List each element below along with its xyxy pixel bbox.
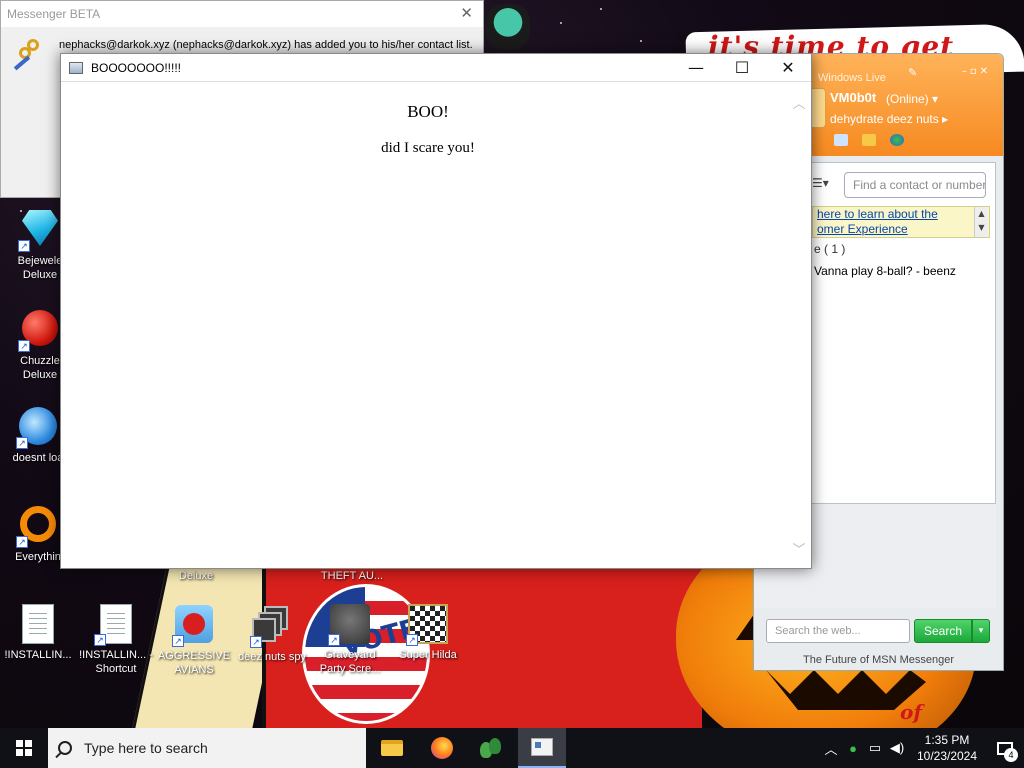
desktop-icon-installer[interactable]: !INSTALLIN... [0,604,76,662]
find-contact-input[interactable]: Find a contact or number [844,172,986,198]
msn-brand: Windows Live [818,72,886,84]
clock-time: 1:35 PM [924,733,970,747]
info-banner-link[interactable]: here to learn about the omer Experience [812,206,990,238]
firefox-icon [431,737,453,759]
desktop-icon-label: !INSTALLIN... [4,649,72,661]
notification-titlebar: Messenger BETA ✕ [1,1,483,27]
desktop-icon-theft-auto[interactable]: THEFT AU... [314,569,390,583]
windows-logo-icon [16,740,32,756]
clock-date: 10/23/2024 [916,749,978,763]
boo-window: BOOOOOOO!!!!! — ☐ ✕ BOO! did I scare you… [60,53,812,569]
wallpaper-star [560,22,562,24]
window-controls[interactable]: –▫✕ [962,66,991,77]
status-dropdown[interactable]: (Online) ▾ [886,92,938,106]
chevron-up-icon[interactable]: ︿ [820,739,842,758]
window-title: BOOOOOOO!!!!! [91,60,182,75]
msn-tray-icon[interactable]: ● [842,741,864,756]
status-label: (Online) [886,92,929,106]
contact-list-item[interactable]: Vanna play 8-ball? - beenz [814,264,956,278]
network-icon[interactable]: ▭ [864,740,886,756]
desktop-icon-graveyard-party[interactable]: ↗ Graveyard Party Scre... [312,604,388,676]
username[interactable]: VM0b0t [830,90,876,105]
start-button[interactable] [0,728,48,768]
search-placeholder: Type here to search [84,740,208,756]
system-tray: ︿ ● ▭ ◀) 1:35 PM 10/23/2024 4 [820,728,1024,768]
scroll-down-icon[interactable]: ﹀ [792,544,806,558]
banner-line: omer Experience [817,222,908,236]
desktop-icon-deez-nuts-spy[interactable]: ↗ deez nuts spy [234,604,310,664]
taskbar-firefox[interactable] [418,728,466,768]
clock[interactable]: 1:35 PM 10/23/2024 [908,732,986,764]
taskbar-msn-messenger[interactable] [468,728,516,768]
msn-footer: The Future of MSN Messenger [802,654,954,666]
desktop-icon-installer-shortcut[interactable]: ↗ !INSTALLIN... - Shortcut [78,604,154,676]
boo-heading: BOO! [407,102,449,121]
folder-icon[interactable] [862,134,876,146]
taskbar-file-explorer[interactable] [368,728,416,768]
folder-icon [381,740,403,756]
desktop-icon-super-hilda[interactable]: ↗ Super Hilda [390,604,466,662]
wallpaper-star [640,40,642,42]
shortcut-arrow-icon: ↗ [16,437,28,449]
desktop-icon-label: THEFT AU... [320,570,384,582]
scroll-up-icon[interactable]: ︿ [792,98,806,112]
boo-titlebar[interactable]: BOOOOOOO!!!!! — ☐ ✕ [61,54,811,82]
notification-count-badge: 4 [1004,748,1018,762]
app-window-icon [69,61,83,74]
maximize-button[interactable]: ☐ [719,54,765,82]
personal-message-text: dehydrate deez nuts [830,112,939,126]
taskbar: Type here to search ︿ ● ▭ ◀) 1:35 PM 10/… [0,728,1024,768]
pin-icon[interactable]: ✎ [908,66,917,79]
notification-message: nephacks@darkok.xyz (nephacks@darkok.xyz… [59,39,473,51]
header-icons [834,134,904,146]
contact-group-header[interactable]: e ( 1 ) [814,242,845,256]
personal-message[interactable]: dehydrate deez nuts ▸ [830,112,948,126]
mail-icon[interactable] [834,134,848,146]
web-search-input[interactable]: Search the web... [766,619,910,643]
shortcut-arrow-icon: ↗ [328,634,340,646]
notification-title: Messenger BETA [7,7,101,21]
desktop-icon-deluxe-partial[interactable]: Deluxe [158,569,234,583]
search-dropdown-icon[interactable]: ▾ [972,619,990,643]
wallpaper-pumpkin-text: of [900,700,922,724]
list-view-icon[interactable]: ☰▾ [812,176,836,190]
desktop-icon-label: Graveyard Party Scre... [319,649,381,675]
minimize-button[interactable]: — [673,54,719,82]
spaces-icon[interactable] [890,134,904,146]
desktop-icon-label: !INSTALLIN... - Shortcut [79,649,153,675]
document-icon [22,604,54,644]
keys-icon [13,39,47,71]
msn-buddy-icon [480,738,504,758]
search-icon [58,741,72,755]
taskbar-search-box[interactable]: Type here to search [48,728,366,768]
shortcut-arrow-icon: ↗ [18,240,30,252]
shortcut-arrow-icon: ↗ [18,340,30,352]
banner-scrollbar[interactable]: ▲ ▼ [974,207,988,237]
anime-mascot-icon [486,4,530,50]
banner-line: here to learn about the [817,207,938,221]
shortcut-arrow-icon: ↗ [16,536,28,548]
notification-center-button[interactable]: 4 [986,728,1024,768]
shortcut-arrow-icon: ↗ [250,636,262,648]
boo-content: BOO! did I scare you! ︿ ﹀ [62,84,810,568]
taskbar-boo-window[interactable] [518,728,566,768]
volume-icon[interactable]: ◀) [886,740,908,756]
shortcut-arrow-icon: ↗ [94,634,106,646]
app-window-icon [531,738,553,756]
desktop-icon-label: Super Hilda [399,649,457,661]
boo-text: did I scare you! [381,140,475,156]
shortcut-arrow-icon: ↗ [172,635,184,647]
desktop-icon-label: Deluxe [178,570,214,582]
desktop-icon-label: AGGRESSIVE AVIANS [157,650,231,676]
wallpaper-star [600,8,602,10]
search-button[interactable]: Search [914,619,972,643]
desktop-icon-label: deez nuts spy [238,651,306,663]
close-button[interactable]: ✕ [765,54,811,82]
close-icon[interactable]: ✕ [460,1,473,27]
desktop-icon-aggressive-avians[interactable]: ↗ AGGRESSIVE AVIANS [156,604,232,677]
shortcut-arrow-icon: ↗ [406,634,418,646]
